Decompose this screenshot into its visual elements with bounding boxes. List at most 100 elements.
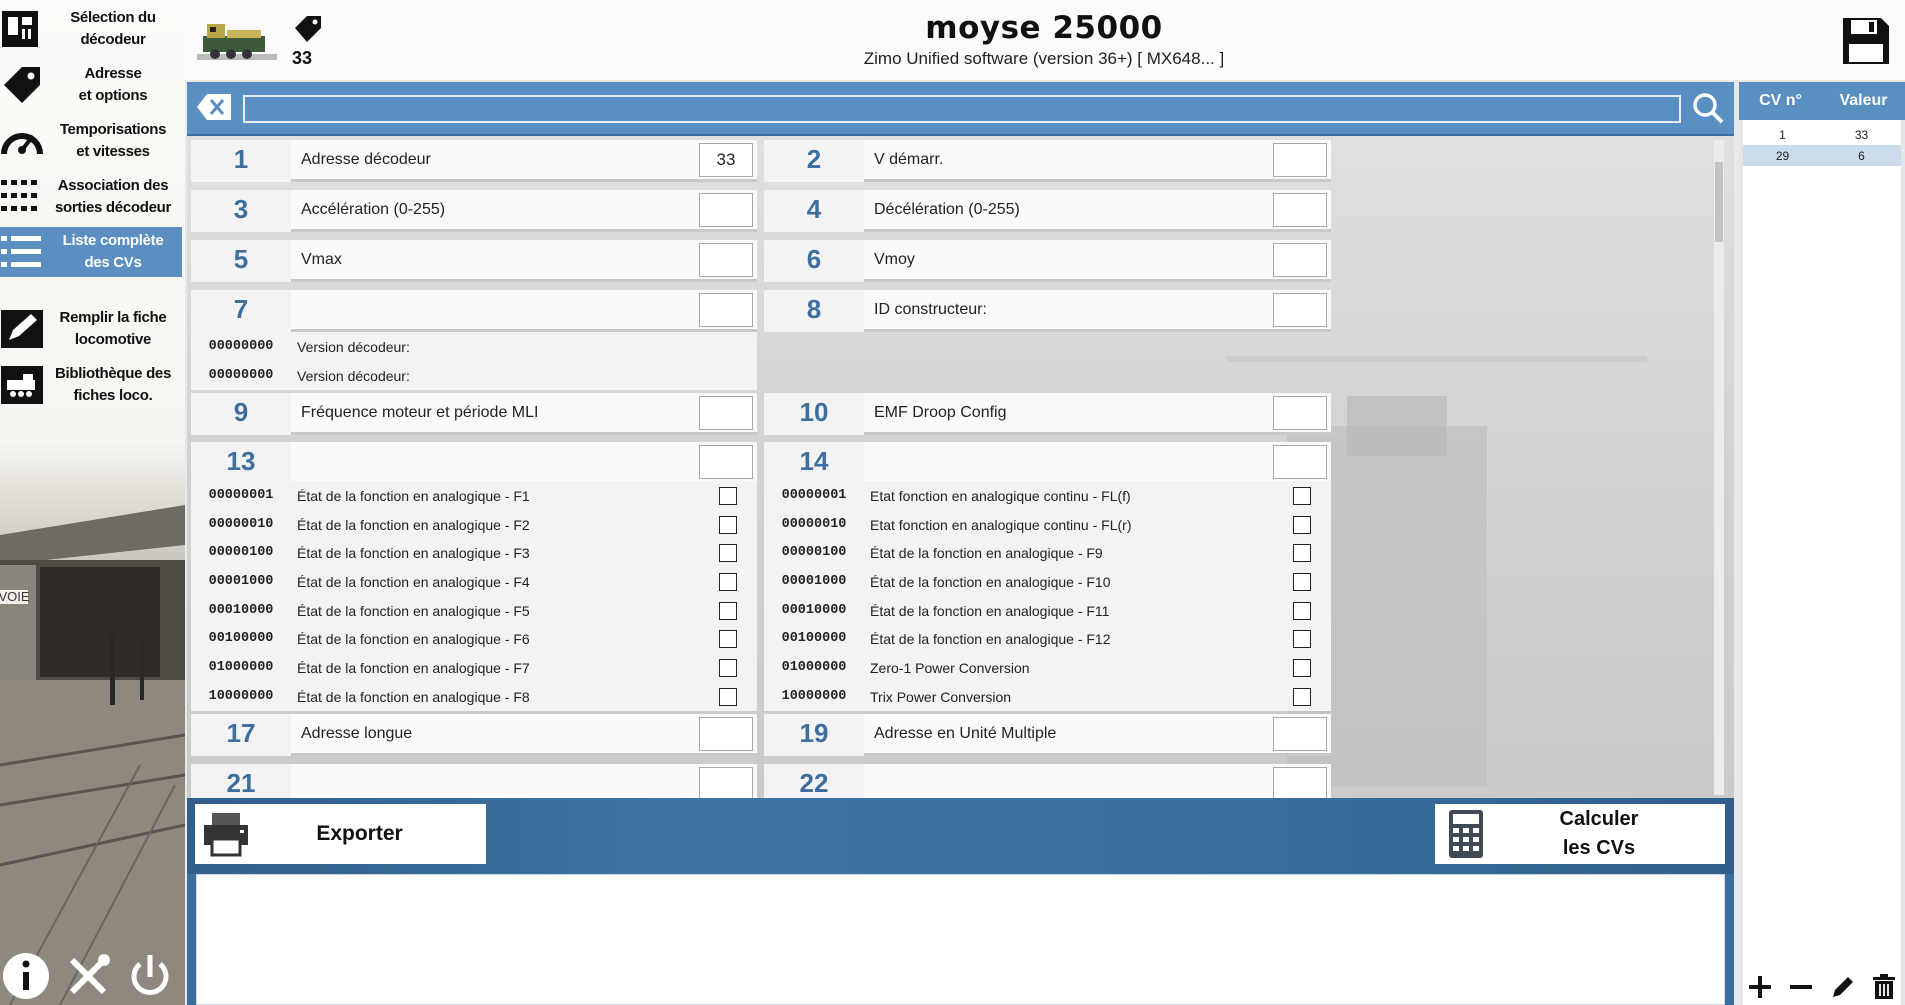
bit-checkbox[interactable]	[1293, 486, 1311, 505]
bit-checkbox[interactable]	[1293, 658, 1311, 677]
cv-label: Adresse décodeur	[301, 150, 431, 168]
nav-decoder-selection[interactable]: Sélection du décodeur	[0, 3, 182, 55]
value-cell: 33	[1854, 127, 1869, 142]
nav-loco-library[interactable]: Bibliothèque des fiches loco.	[0, 359, 182, 411]
nav-fill-loco-sheet[interactable]: Remplir la fiche locomotive	[0, 303, 182, 355]
version-row: 00000000 Version décodeur:	[191, 332, 757, 361]
clear-search-icon[interactable]	[197, 94, 231, 120]
bit-checkbox[interactable]	[719, 486, 737, 505]
cv-value-input[interactable]	[1273, 192, 1327, 227]
export-button[interactable]: Exporter	[195, 804, 486, 864]
nav-label: Sélection du décodeur	[70, 9, 156, 48]
calculator-icon	[1435, 809, 1497, 859]
cv-row-6: 6 Vmoy	[764, 240, 1331, 282]
cv-number: 2	[806, 144, 822, 174]
locomotive-icon	[0, 363, 44, 407]
decoder-subtitle: Zimo Unified software (version 36+) [ MX…	[863, 49, 1225, 68]
cv-value-input[interactable]	[699, 716, 753, 751]
bit-checkbox[interactable]	[1293, 515, 1311, 534]
bit-checkbox[interactable]	[719, 687, 737, 706]
table-row[interactable]: 29 6	[1743, 145, 1901, 166]
save-icon[interactable]	[1841, 16, 1891, 66]
bit-checkbox[interactable]	[719, 601, 737, 620]
cv-value-input[interactable]: 33	[699, 142, 753, 177]
cv-value-input[interactable]	[699, 766, 753, 798]
cv-value-input[interactable]	[1273, 395, 1327, 430]
nav-output-mapping[interactable]: Association des sorties décodeur	[0, 171, 182, 223]
bit-checkbox[interactable]	[1293, 543, 1311, 562]
cv-value-input[interactable]	[1273, 766, 1327, 798]
remove-icon[interactable]	[1784, 971, 1818, 1003]
cv-list-scrollbar[interactable]	[1714, 140, 1724, 795]
bit-mask: 00000100	[781, 545, 847, 560]
nav-timing-speed[interactable]: Temporisations et vitesses	[0, 115, 182, 167]
search-icon[interactable]	[1692, 92, 1724, 124]
bit-row: 10000000 Trix Power Conversion	[764, 682, 1331, 711]
bit-checkbox[interactable]	[1293, 687, 1311, 706]
cv-number: 10	[799, 397, 829, 427]
cv-label: Vmoy	[874, 250, 915, 268]
bit-mask: 00000010	[781, 517, 847, 532]
bit-label: État de la fonction en analogique - F5	[297, 602, 530, 619]
bit-checkbox[interactable]	[719, 515, 737, 534]
bit-label: Version décodeur:	[297, 367, 410, 384]
cv-value-input[interactable]	[1273, 142, 1327, 177]
bit-mask: 01000000	[208, 660, 274, 675]
action-strip: Exporter Calculer les CVs	[187, 798, 1734, 874]
bit-mask: 00001000	[781, 574, 847, 589]
add-icon[interactable]	[1743, 971, 1777, 1003]
table-toolbar	[1739, 969, 1905, 1005]
cv-value-input[interactable]	[1273, 292, 1327, 327]
search-input[interactable]	[243, 95, 1681, 123]
bit-checkbox[interactable]	[1293, 572, 1311, 591]
cv-value-input[interactable]	[699, 395, 753, 430]
calculate-label: Calculer les CVs	[1559, 808, 1639, 859]
main-panel: 1 Adresse décodeur 33 2 V démarr. 3 Accé…	[187, 82, 1734, 1005]
cv-value-input[interactable]	[699, 192, 753, 227]
table-header: CV n° Valeur	[1739, 82, 1905, 120]
trash-icon[interactable]	[1867, 971, 1901, 1003]
power-icon[interactable]	[124, 950, 176, 1002]
cv-value-input[interactable]	[1273, 444, 1327, 479]
cv-label: Accélération (0-255)	[301, 200, 446, 218]
bit-mask: 00000100	[208, 545, 274, 560]
nav-cv-list[interactable]: Liste complète des CVs	[0, 227, 182, 277]
cv-number: 4	[806, 194, 822, 224]
bit-checkbox[interactable]	[719, 658, 737, 677]
sidebar: VOIE Sélection du décodeur Adresse et op…	[0, 0, 185, 1005]
bit-row: 00010000 État de la fonction en analogiqu…	[191, 596, 757, 625]
bit-mask: 00100000	[208, 631, 274, 646]
bit-checkbox[interactable]	[719, 629, 737, 648]
bit-label: Etat fonction en analogique continu - FL…	[870, 516, 1132, 533]
cv-number: 19	[799, 718, 829, 748]
output-textarea[interactable]	[196, 874, 1725, 1005]
version-row: 00000000 Version décodeur:	[191, 361, 757, 390]
cv-value-input[interactable]	[699, 242, 753, 277]
bit-label: État de la fonction en analogique - F3	[297, 544, 530, 561]
bit-checkbox[interactable]	[719, 572, 737, 591]
tools-icon[interactable]	[62, 950, 114, 1002]
depot-sign-text: VOIE	[0, 589, 30, 604]
edit-icon[interactable]	[1826, 971, 1860, 1003]
bit-checkbox[interactable]	[1293, 601, 1311, 620]
cv-value-input[interactable]	[1273, 716, 1327, 751]
table-row[interactable]: 1 33	[1743, 124, 1901, 145]
info-icon[interactable]	[0, 950, 52, 1002]
cv-number: 9	[233, 397, 249, 427]
cv-row-1: 1 Adresse décodeur 33	[191, 140, 757, 182]
calculate-cvs-button[interactable]: Calculer les CVs	[1435, 804, 1725, 864]
cv-number: 14	[799, 446, 829, 476]
scrollbar-thumb[interactable]	[1715, 162, 1723, 242]
nav-label: Bibliothèque des fiches loco.	[54, 365, 172, 404]
tag-icon	[0, 63, 44, 107]
bit-checkbox[interactable]	[719, 543, 737, 562]
cv-value-input[interactable]	[699, 444, 753, 479]
cv-label: V démarr.	[874, 150, 944, 168]
cv-number: 1	[233, 144, 249, 174]
nav-address-options[interactable]: Adresse et options	[0, 59, 182, 111]
cv-value-input[interactable]	[1273, 242, 1327, 277]
cv-value-input[interactable]	[699, 292, 753, 327]
printer-icon	[195, 811, 257, 857]
decoder-chip-icon	[0, 7, 44, 51]
bit-checkbox[interactable]	[1293, 629, 1311, 648]
